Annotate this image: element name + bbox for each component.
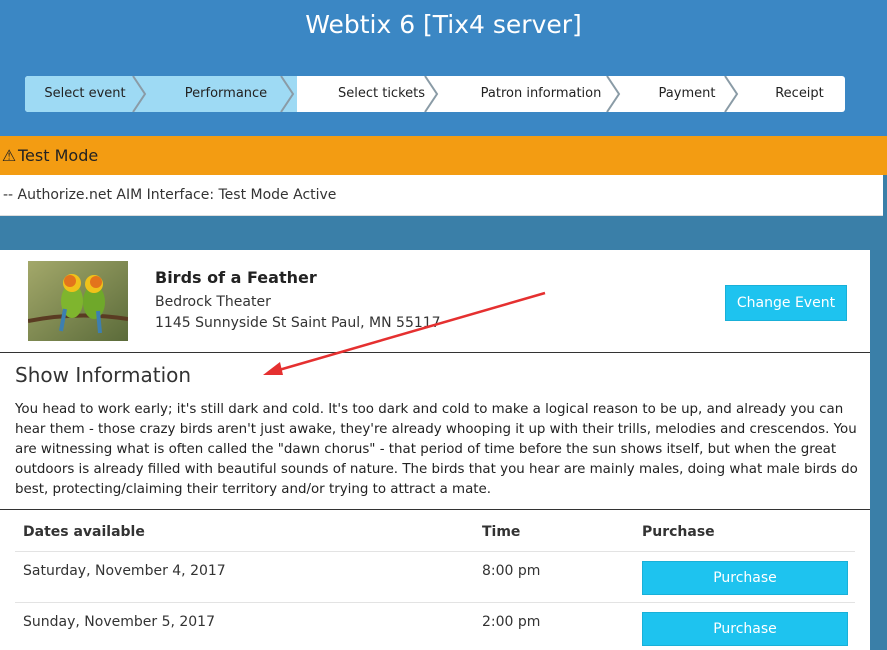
performance-time: 8:00 pm [482,563,541,579]
app-title: Webtix 6 [Tix4 server] [305,10,582,39]
alert-title: Test Mode [18,146,99,165]
step-label: Payment [658,86,716,101]
app-header: Webtix 6 [Tix4 server] [0,0,887,50]
row-divider [15,551,855,552]
chevron-right-icon [606,76,621,112]
column-header-purchase: Purchase [642,524,715,540]
chevron-right-icon [724,76,739,112]
column-header-dates: Dates available [23,524,145,540]
step-receipt[interactable]: Receipt [738,76,845,112]
step-select-event[interactable]: Select event [25,76,145,112]
step-label: Select tickets [337,86,426,101]
change-event-button[interactable]: Change Event [725,285,847,321]
step-label: Select event [44,86,126,101]
event-address: 1145 Sunnyside St Saint Paul, MN 55117 [155,315,441,331]
step-performance[interactable]: Performance [145,76,297,112]
performance-date: Sunday, November 5, 2017 [23,614,216,630]
event-thumbnail [28,261,128,341]
event-venue: Bedrock Theater [155,294,271,310]
row-divider [15,602,855,603]
event-card: Birds of a Feather Bedrock Theater 1145 … [0,250,870,650]
step-bar: Select event Performance Select tickets … [0,50,887,136]
alert-message: -- Authorize.net AIM Interface: Test Mod… [3,187,337,203]
step-label: Performance [184,86,268,101]
performance-time: 2:00 pm [482,614,541,630]
step-payment[interactable]: Payment [620,76,738,112]
warning-icon: ⚠ [1,146,17,165]
chevron-right-icon [132,76,147,112]
step-select-tickets[interactable]: Select tickets [297,76,444,112]
chevron-right-icon [279,76,295,112]
show-information-heading: Show Information [15,363,192,387]
divider [0,509,870,510]
column-header-time: Time [482,524,521,540]
divider [0,352,870,353]
purchase-button[interactable]: Purchase [642,612,848,646]
checkout-steps: Select event Performance Select tickets … [25,76,845,112]
step-label: Receipt [775,86,824,101]
performance-date: Saturday, November 4, 2017 [23,563,226,579]
purchase-button[interactable]: Purchase [642,561,848,595]
step-label: Patron information [480,86,602,101]
test-mode-alert-body: -- Authorize.net AIM Interface: Test Mod… [0,175,883,216]
step-patron-information[interactable]: Patron information [444,76,620,112]
lovebirds-image [28,261,128,341]
test-mode-alert-header: ⚠ Test Mode [0,136,887,175]
show-description: You head to work early; it's still dark … [15,402,858,497]
chevron-right-icon [424,76,439,112]
event-title: Birds of a Feather [155,268,317,287]
